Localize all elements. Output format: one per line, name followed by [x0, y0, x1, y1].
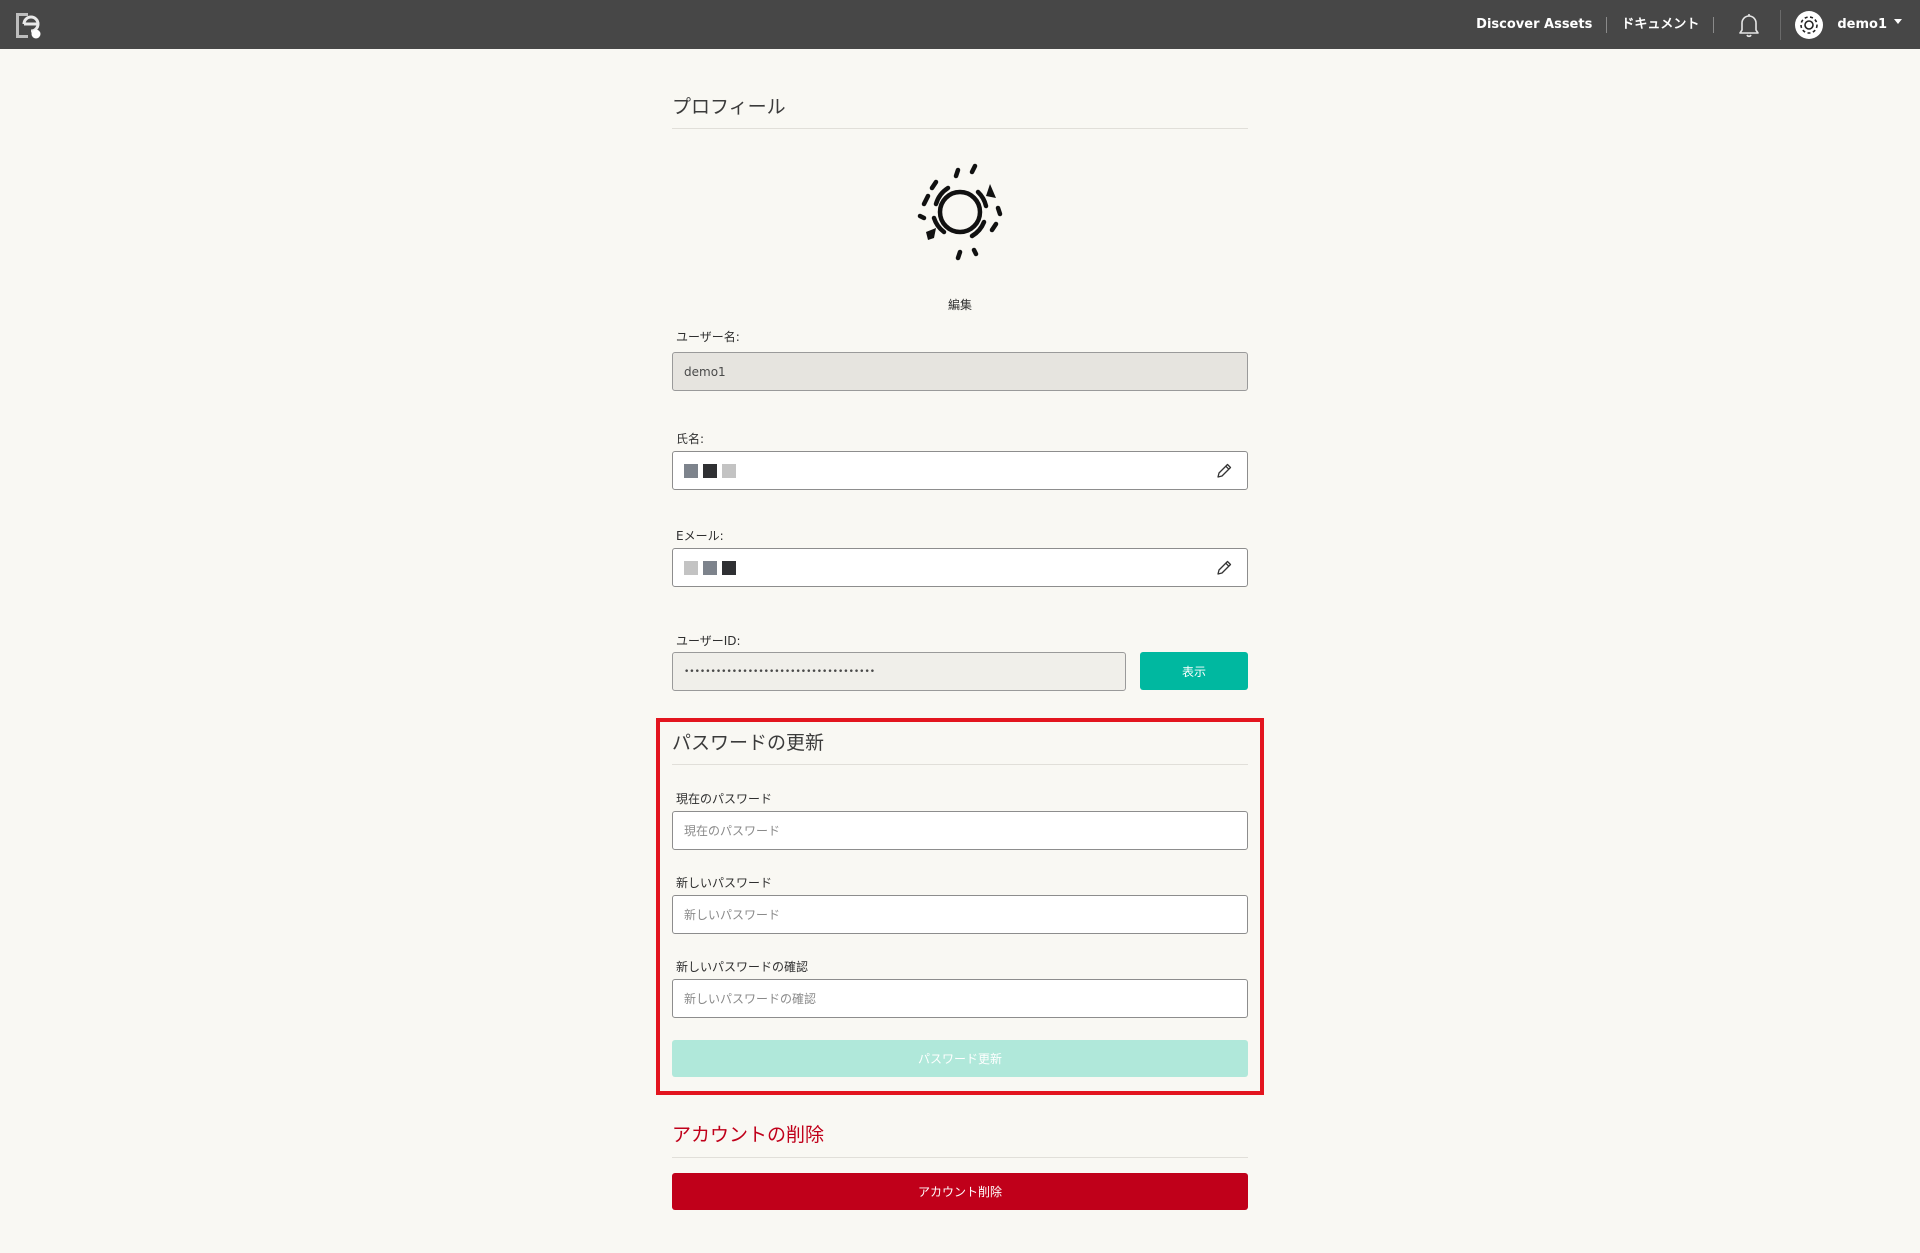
- logo-icon[interactable]: [12, 8, 46, 42]
- pencil-icon[interactable]: [1215, 462, 1233, 480]
- chevron-down-icon[interactable]: [1894, 19, 1902, 24]
- current-password-label: 現在のパスワード: [676, 792, 773, 806]
- section-divider: [672, 764, 1248, 765]
- bell-icon[interactable]: [1734, 10, 1764, 40]
- fullname-label: 氏名:: [676, 432, 705, 446]
- user-menu-name[interactable]: demo1: [1837, 17, 1887, 32]
- username-value: demo1: [684, 364, 726, 379]
- nav-divider: [1780, 9, 1782, 40]
- fullname-value: [684, 463, 736, 478]
- current-password-field[interactable]: [672, 811, 1248, 850]
- masked-char: [684, 560, 698, 575]
- nav-right: Discover Assets ドキュメント demo1: [1462, 0, 1902, 49]
- confirm-password-label: 新しいパスワードの確認: [676, 960, 809, 974]
- confirm-password-input[interactable]: [684, 980, 1247, 1017]
- section-divider: [672, 1157, 1248, 1158]
- nav-divider: [1713, 16, 1715, 33]
- userid-label: ユーザーID:: [676, 634, 741, 648]
- profile-avatar[interactable]: [900, 152, 1020, 272]
- nav-documents[interactable]: ドキュメント: [1607, 17, 1713, 33]
- new-password-field[interactable]: [672, 895, 1248, 934]
- delete-account-title: アカウントの削除: [672, 1124, 825, 1146]
- masked-char: [703, 560, 717, 575]
- username-label: ユーザー名:: [676, 330, 740, 344]
- fullname-field[interactable]: [672, 451, 1248, 490]
- masked-char: [722, 463, 736, 478]
- userid-value: ••••••••••••••••••••••••••••••••••••: [684, 666, 876, 677]
- delete-account-header: アカウントの削除: [672, 1120, 1248, 1147]
- avatar-edit-link[interactable]: 編集: [672, 296, 1248, 313]
- new-password-input[interactable]: [684, 896, 1247, 933]
- confirm-password-field[interactable]: [672, 979, 1248, 1018]
- password-title: パスワードの更新: [672, 732, 825, 754]
- email-label: Eメール:: [676, 529, 724, 543]
- email-field[interactable]: [672, 548, 1248, 587]
- masked-char: [703, 463, 717, 478]
- current-password-input[interactable]: [684, 812, 1247, 849]
- top-navbar: Discover Assets ドキュメント demo1: [0, 0, 1920, 49]
- userid-field: ••••••••••••••••••••••••••••••••••••: [672, 652, 1126, 691]
- nav-discover-assets[interactable]: Discover Assets: [1462, 17, 1606, 33]
- profile-header: プロフィール: [672, 92, 1248, 119]
- avatar-icon[interactable]: [1795, 10, 1824, 39]
- avatar-icon: [917, 163, 1003, 261]
- masked-char: [684, 463, 698, 478]
- show-userid-button[interactable]: 表示: [1140, 652, 1248, 690]
- delete-account-button[interactable]: アカウント削除: [672, 1173, 1248, 1210]
- username-field: demo1: [672, 352, 1248, 391]
- update-password-button[interactable]: パスワード更新: [672, 1040, 1248, 1077]
- section-divider: [672, 128, 1248, 129]
- pencil-icon[interactable]: [1215, 559, 1233, 577]
- profile-title: プロフィール: [672, 96, 786, 118]
- masked-char: [722, 560, 736, 575]
- email-value: [684, 560, 736, 575]
- new-password-label: 新しいパスワード: [676, 876, 773, 890]
- password-header: パスワードの更新: [672, 728, 1248, 755]
